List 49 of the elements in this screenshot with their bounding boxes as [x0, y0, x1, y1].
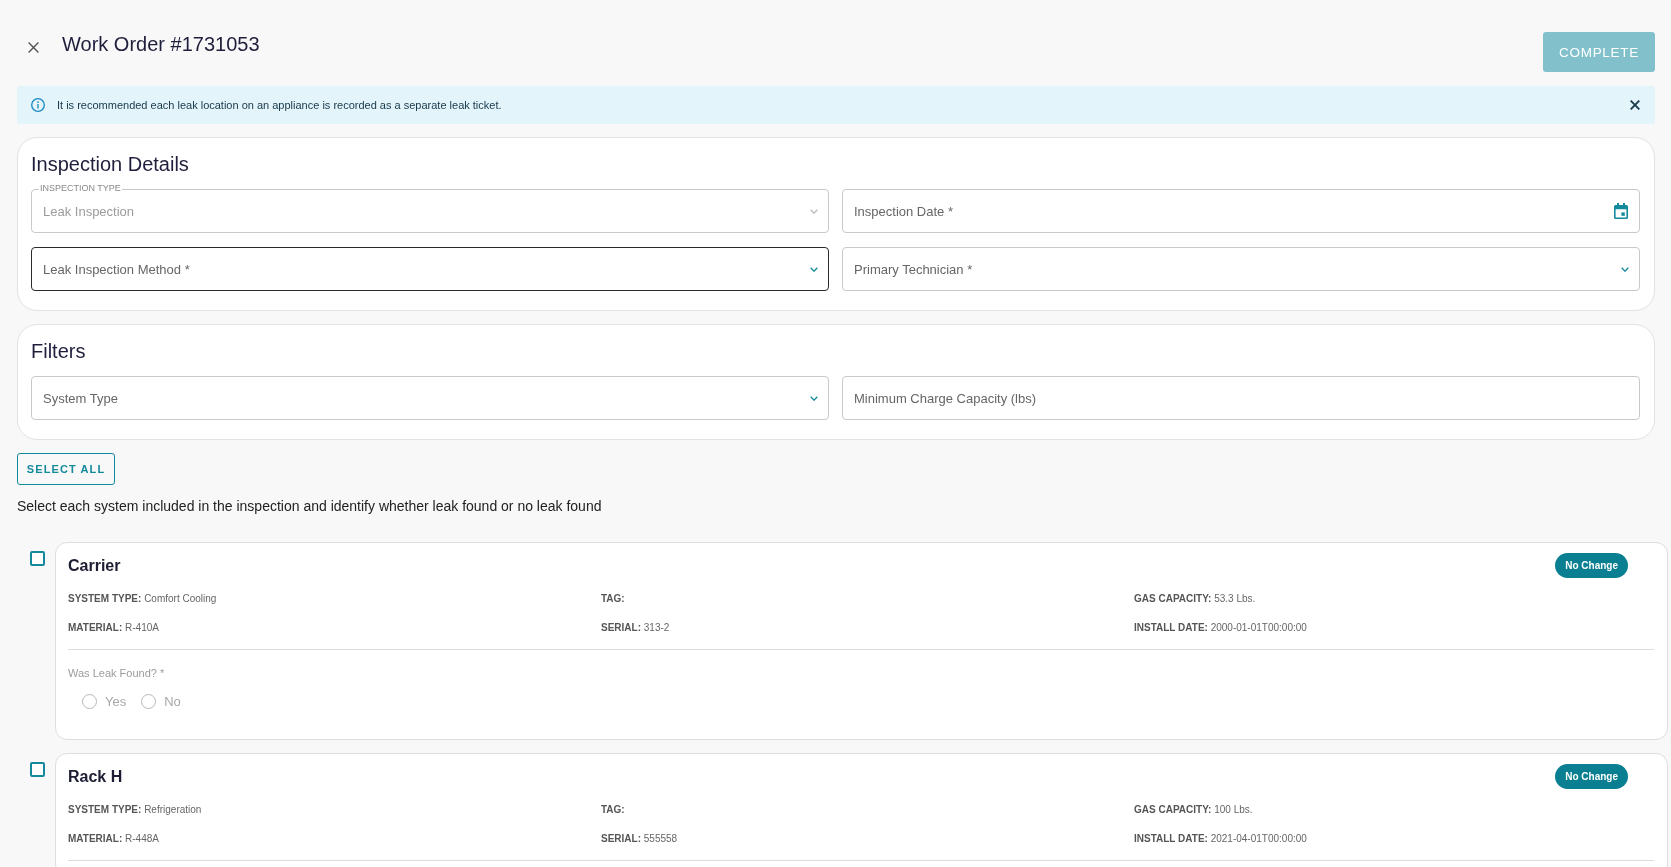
detail-label: SYSTEM TYPE: [68, 593, 142, 604]
select-field[interactable]: Primary Technician * [842, 247, 1640, 291]
detail-label: TAG: [601, 593, 625, 604]
instruction-text: Select each system included in the inspection and identify whether leak found or no leak found [17, 497, 603, 516]
detail-value: 555558 [643, 833, 678, 844]
detail-label: MATERIAL: [68, 622, 123, 633]
system-name: Rack H [68, 766, 123, 787]
status-badge: No Change [1555, 764, 1628, 789]
field-label: INSPECTION TYPE [39, 183, 122, 194]
question-label: Was Leak Found? * [68, 667, 165, 679]
detail-label: GAS CAPACITY: [1134, 804, 1212, 815]
system-name: Carrier [68, 555, 121, 576]
close-icon[interactable] [1630, 100, 1640, 110]
section-title: Inspection Details [31, 153, 189, 175]
detail-label: TAG: [601, 804, 625, 815]
banner-message: It is recommended each leak location on an appliance is recorded as a separate leak ticket. [57, 99, 502, 111]
detail-value: Comfort Cooling [144, 593, 217, 604]
detail-label: INSTALL DATE: [1134, 833, 1208, 844]
select-field[interactable]: Leak Inspection Method * [31, 247, 829, 291]
detail-label: SYSTEM TYPE: [68, 804, 142, 815]
select-all-button[interactable]: SELECT ALL [17, 453, 115, 485]
detail-label: INSTALL DATE: [1134, 622, 1208, 633]
detail-label: SERIAL: [601, 622, 641, 633]
chevron-down-icon [1621, 266, 1629, 272]
select-field[interactable]: System Type [31, 376, 829, 420]
detail-value: 100 Lbs. [1214, 804, 1253, 815]
detail-value: 2000-01-01T00:00:00 [1210, 622, 1307, 633]
calendar-icon[interactable] [1614, 203, 1628, 219]
detail-label: GAS CAPACITY: [1134, 593, 1212, 604]
detail-value: 313-2 [643, 622, 670, 633]
chevron-down-icon [810, 395, 818, 401]
status-badge: No Change [1555, 553, 1628, 578]
detail-value: R-410A [125, 622, 159, 633]
detail-value: 53.3 Lbs. [1214, 593, 1256, 604]
chevron-down-icon [810, 208, 818, 214]
checkbox[interactable] [30, 762, 45, 777]
detail-value: Refrigeration [144, 804, 202, 815]
info-icon [31, 98, 45, 112]
detail-value: 2021-04-01T00:00:00 [1210, 833, 1307, 844]
section-title: Filters [31, 340, 86, 362]
detail-label: MATERIAL: [68, 833, 123, 844]
detail-value: R-448A [125, 833, 159, 844]
page-title: Work Order #1731053 [62, 32, 260, 57]
checkbox[interactable] [30, 551, 45, 566]
chevron-down-icon [810, 266, 818, 272]
text-field[interactable]: Minimum Charge Capacity (lbs) [842, 376, 1640, 420]
detail-label: SERIAL: [601, 833, 641, 844]
close-icon[interactable] [28, 42, 39, 53]
date-field[interactable]: Inspection Date * [842, 189, 1640, 233]
